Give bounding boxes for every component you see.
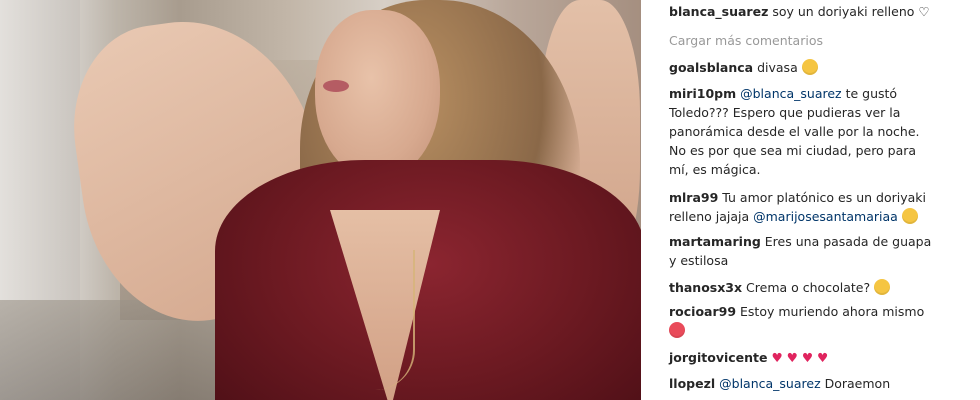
face bbox=[315, 10, 440, 180]
comment-text: divasa bbox=[757, 60, 798, 75]
yum-face-emoji-icon bbox=[874, 279, 891, 295]
comment-text: Toledo??? Espero que pudieras ver la bbox=[669, 105, 901, 120]
comment: llopezl @blanca_suarez Doraemon bbox=[669, 374, 974, 393]
comment-text: relleno jajaja bbox=[669, 209, 750, 224]
instagram-post: blanca_suarez soy un doriyaki relleno ♡ … bbox=[0, 0, 980, 400]
comment-text: y estilosa bbox=[669, 253, 729, 268]
comment-text: Tu amor platónico es un doriyaki bbox=[722, 190, 926, 205]
load-more-comments[interactable]: Cargar más comentarios bbox=[669, 31, 974, 50]
comment-text: mí, es mágica. bbox=[669, 162, 761, 177]
grimacing-face-emoji-icon bbox=[901, 208, 918, 224]
comment-text: te gustó bbox=[845, 86, 898, 101]
comment-username[interactable]: llopezl bbox=[669, 376, 715, 391]
comment-username[interactable]: goalsblanca bbox=[669, 60, 753, 75]
comment-username[interactable]: rocioar99 bbox=[669, 304, 736, 319]
comment: goalsblanca divasa bbox=[669, 58, 974, 77]
comment-username[interactable]: thanosx3x bbox=[669, 280, 742, 295]
comment: miri10pm @blanca_suarez te gustó Toledo?… bbox=[669, 84, 974, 179]
comment-mention[interactable]: @blanca_suarez bbox=[719, 376, 820, 391]
hearts-emoji-icon: ♥ ♥ ♥ ♥ bbox=[771, 350, 829, 365]
comment-username[interactable]: jorgitovicente bbox=[669, 350, 768, 365]
comment-mention[interactable]: @marijosesantamariaa bbox=[753, 209, 898, 224]
post-photo[interactable] bbox=[0, 0, 641, 400]
comment-text: Estoy muriendo ahora mismo bbox=[740, 304, 925, 319]
comment-username[interactable]: miri10pm bbox=[669, 86, 736, 101]
comment-username[interactable]: martamaring bbox=[669, 234, 761, 249]
comment: thanosx3x Crema o chocolate? bbox=[669, 278, 974, 297]
comment-text: Doraemon bbox=[824, 376, 891, 391]
comment-text: No es por que sea mi ciudad, pero para bbox=[669, 143, 917, 158]
caption-username[interactable]: blanca_suarez bbox=[669, 4, 768, 19]
caption-text: soy un doriyaki relleno ♡ bbox=[772, 4, 930, 19]
comment-mention[interactable]: @blanca_suarez bbox=[740, 86, 841, 101]
comment-text: Eres una pasada de guapa bbox=[764, 234, 932, 249]
caption: blanca_suarez soy un doriyaki relleno ♡ bbox=[669, 2, 974, 21]
comment-text: Crema o chocolate? bbox=[746, 280, 871, 295]
comment: rocioar99 Estoy muriendo ahora mismo bbox=[669, 302, 974, 340]
comment-text: panorámica desde el valle por la noche. bbox=[669, 124, 920, 139]
velvet-top bbox=[215, 160, 641, 400]
comments-panel: blanca_suarez soy un doriyaki relleno ♡ … bbox=[641, 0, 980, 400]
comment: martamaring Eres una pasada de guapa y e… bbox=[669, 232, 974, 270]
necklace bbox=[375, 250, 415, 390]
comment: mlra99 Tu amor platónico es un doriyaki … bbox=[669, 188, 974, 226]
lips bbox=[323, 80, 349, 92]
grinning-face-emoji-icon bbox=[801, 59, 818, 75]
comment-username[interactable]: mlra99 bbox=[669, 190, 718, 205]
comment: jorgitovicente ♥ ♥ ♥ ♥ bbox=[669, 348, 974, 367]
heart-eyes-emoji-icon bbox=[669, 322, 685, 338]
